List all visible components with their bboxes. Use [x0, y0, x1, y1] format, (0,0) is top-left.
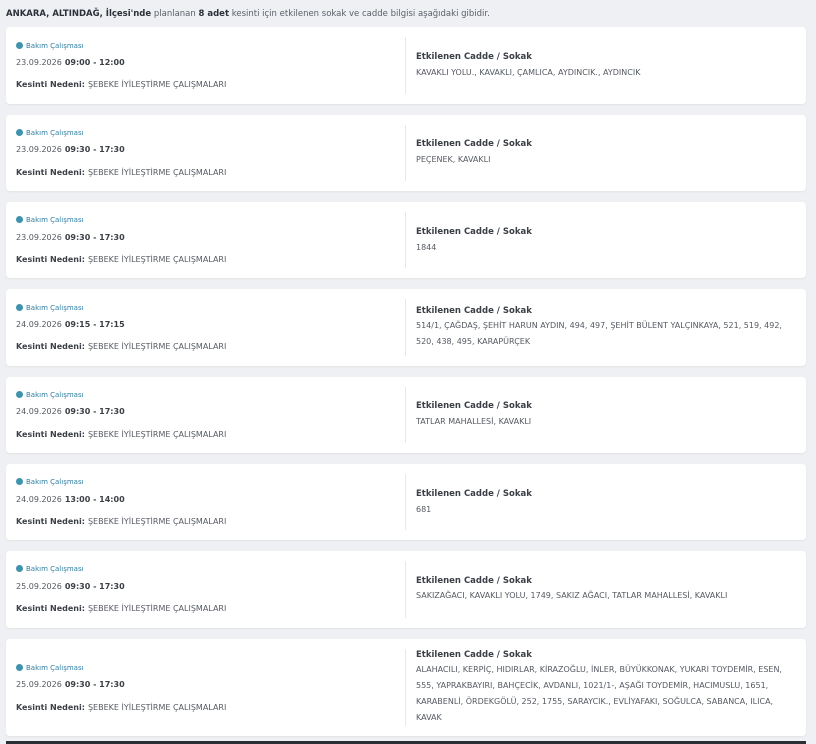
- outage-type: Bakım Çalışması: [16, 664, 84, 672]
- street-list: PEÇENEK, KAVAKLI: [416, 155, 491, 164]
- outage-type: Bakım Çalışması: [16, 391, 84, 399]
- outage-card: Bakım Çalışması 23.09.2026 09:00 - 12:00 …: [6, 27, 806, 104]
- street-list: 514/1, ÇAĞDAŞ, ŞEHİT HARUN AYDIN, 494, 4…: [416, 321, 782, 346]
- outage-reason: Kesinti Nedeni: ŞEBEKE İYİLEŞTİRME ÇALIŞM…: [16, 517, 227, 526]
- street-title: Etkilenen Cadde / Sokak: [416, 306, 532, 316]
- outage-type: Bakım Çalışması: [16, 478, 84, 486]
- outage-card: Bakım Çalışması 23.09.2026 09:30 - 17:30 …: [6, 202, 806, 278]
- status-dot-icon: [16, 664, 23, 671]
- outage-datetime: 23.09.2026 09:30 - 17:30: [16, 145, 125, 154]
- outage-reason: Kesinti Nedeni: ŞEBEKE İYİLEŞTİRME ÇALIŞM…: [16, 604, 227, 613]
- card-divider: [405, 474, 406, 530]
- status-dot-icon: [16, 304, 23, 311]
- outage-datetime: 23.09.2026 09:00 - 12:00: [16, 58, 125, 67]
- outage-datetime: 24.09.2026 09:15 - 17:15: [16, 320, 125, 329]
- street-title: Etkilenen Cadde / Sokak: [416, 576, 532, 586]
- outage-reason: Kesinti Nedeni: ŞEBEKE İYİLEŞTİRME ÇALIŞM…: [16, 703, 227, 712]
- status-dot-icon: [16, 391, 23, 398]
- outage-datetime: 24.09.2026 13:00 - 14:00: [16, 495, 125, 504]
- outage-datetime: 23.09.2026 09:30 - 17:30: [16, 233, 125, 242]
- summary-mid: planlanan: [153, 9, 196, 19]
- status-dot-icon: [16, 478, 23, 485]
- outage-card: Bakım Çalışması 23.09.2026 09:30 - 17:30 …: [6, 115, 806, 191]
- outage-datetime: 24.09.2026 09:30 - 17:30: [16, 407, 125, 416]
- outage-card: Bakım Çalışması 24.09.2026 13:00 - 14:00 …: [6, 464, 806, 540]
- street-list: TATLAR MAHALLESİ, KAVAKLI: [416, 417, 532, 426]
- status-dot-icon: [16, 129, 23, 136]
- outage-card: Bakım Çalışması 24.09.2026 09:15 - 17:15 …: [6, 289, 806, 366]
- street-list: SAKIZAĞACI, KAVAKLI YOLU, 1749, SAKIZ AĞ…: [416, 591, 728, 600]
- outage-datetime: 25.09.2026 09:30 - 17:30: [16, 680, 125, 689]
- outage-reason: Kesinti Nedeni: ŞEBEKE İYİLEŞTİRME ÇALIŞM…: [16, 168, 227, 177]
- street-title: Etkilenen Cadde / Sokak: [416, 227, 532, 237]
- outage-type: Bakım Çalışması: [16, 42, 84, 50]
- outage-type: Bakım Çalışması: [16, 129, 84, 137]
- card-divider: [405, 37, 406, 94]
- card-divider: [405, 125, 406, 181]
- outage-reason: Kesinti Nedeni: ŞEBEKE İYİLEŞTİRME ÇALIŞM…: [16, 342, 227, 351]
- card-divider: [405, 387, 406, 443]
- outage-card: Bakım Çalışması 24.09.2026 09:30 - 17:30 …: [6, 377, 806, 453]
- outage-reason: Kesinti Nedeni: ŞEBEKE İYİLEŞTİRME ÇALIŞM…: [16, 430, 227, 439]
- street-title: Etkilenen Cadde / Sokak: [416, 139, 532, 149]
- outage-reason: Kesinti Nedeni: ŞEBEKE İYİLEŞTİRME ÇALIŞM…: [16, 80, 227, 89]
- status-dot-icon: [16, 42, 23, 49]
- outage-card: Bakım Çalışması 25.09.2026 09:30 - 17:30 …: [6, 639, 806, 736]
- outage-summary: ANKARA, ALTINDAĞ, İlçesi'nde planlanan 8…: [6, 9, 490, 19]
- street-list: 681: [416, 505, 432, 514]
- summary-rest: kesinti için etkilenen sokak ve cadde bi…: [231, 9, 490, 19]
- outage-datetime: 25.09.2026 09:30 - 17:30: [16, 582, 125, 591]
- outage-reason: Kesinti Nedeni: ŞEBEKE İYİLEŞTİRME ÇALIŞM…: [16, 255, 227, 264]
- street-title: Etkilenen Cadde / Sokak: [416, 489, 532, 499]
- street-list: 1844: [416, 243, 437, 252]
- street-list: KAVAKLI YOLU., KAVAKLI, ÇAMLICA, AYDINCI…: [416, 68, 641, 77]
- card-divider: [405, 649, 406, 726]
- card-divider: [405, 212, 406, 268]
- outage-type: Bakım Çalışması: [16, 565, 84, 573]
- summary-count: 8 adet: [198, 9, 230, 19]
- street-title: Etkilenen Cadde / Sokak: [416, 401, 532, 411]
- outage-type: Bakım Çalışması: [16, 304, 84, 312]
- street-title: Etkilenen Cadde / Sokak: [416, 650, 532, 660]
- outage-type: Bakım Çalışması: [16, 216, 84, 224]
- card-divider: [405, 561, 406, 618]
- outage-card: Bakım Çalışması 25.09.2026 09:30 - 17:30 …: [6, 551, 806, 628]
- status-dot-icon: [16, 565, 23, 572]
- summary-location: ANKARA, ALTINDAĞ, İlçesi'nde: [6, 9, 152, 19]
- street-list: ALAHACILI, KERPİÇ, HIDIRLAR, KİRAZOĞLU, …: [416, 665, 782, 722]
- street-title: Etkilenen Cadde / Sokak: [416, 52, 532, 62]
- card-divider: [405, 299, 406, 356]
- status-dot-icon: [16, 216, 23, 223]
